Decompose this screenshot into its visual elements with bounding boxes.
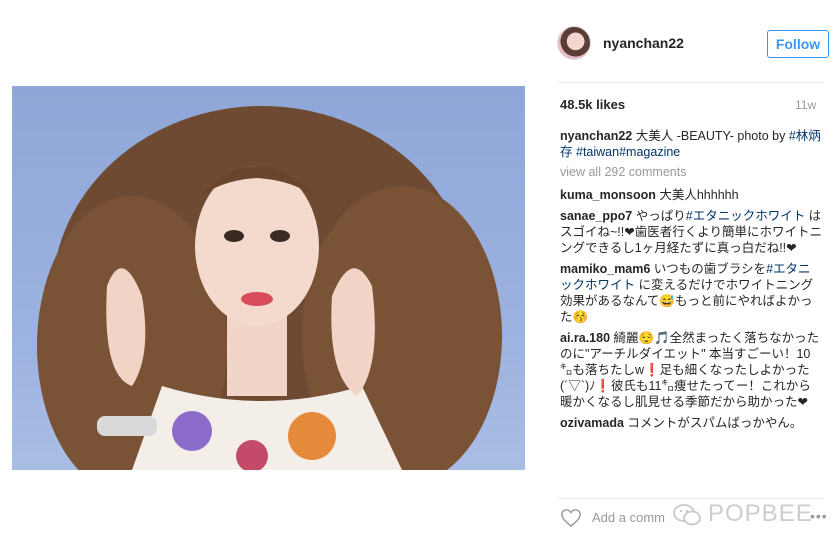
comment-username[interactable]: ai.ra.180: [560, 331, 610, 345]
post-details-panel: nyanchan22 Follow 48.5k likes 11w nyanch…: [545, 0, 840, 560]
comment-text: いつもの歯ブラシを: [650, 262, 767, 276]
post-header: nyanchan22 Follow: [557, 26, 829, 62]
comment: ai.ra.180 綺麗😌🎵全然まったく落ちなかったのに"アーチルダイエット" …: [560, 330, 822, 410]
post-username[interactable]: nyanchan22: [603, 35, 684, 51]
divider: [557, 498, 825, 499]
post-timestamp[interactable]: 11w: [795, 98, 816, 112]
comment-text: コメントがスパムばっかやん。: [623, 416, 803, 430]
hashtag-link[interactable]: #magazine: [619, 145, 680, 159]
comment-username[interactable]: sanae_ppo7: [560, 209, 632, 223]
add-comment-input[interactable]: Add a comm: [592, 510, 665, 525]
wechat-icon: [673, 504, 701, 526]
comment-username[interactable]: kuma_monsoon: [560, 188, 656, 202]
caption-text: 大美人 -BEAUTY- photo by: [632, 129, 789, 143]
hashtag-link[interactable]: #エタニックホワイト: [686, 209, 805, 223]
comment-text: 大美人hhhhhh: [655, 188, 739, 202]
comment-username[interactable]: ozivamada: [560, 416, 624, 430]
comment-username[interactable]: mamiko_mam6: [560, 262, 650, 276]
comment: ozivamada コメントがスパムばっかやん。: [560, 415, 822, 431]
comments-list: nyanchan22 大美人 -BEAUTY- photo by #林炳存 #t…: [560, 128, 822, 436]
post-photo[interactable]: [12, 86, 525, 470]
comment: mamiko_mam6 いつもの歯ブラシを#エタニックホワイト に変えるだけでホ…: [560, 261, 822, 325]
avatar[interactable]: [557, 26, 591, 60]
caption-username[interactable]: nyanchan22: [560, 129, 632, 143]
portrait-image: [37, 106, 502, 470]
likes-count[interactable]: 48.5k likes: [560, 97, 625, 112]
divider: [557, 82, 825, 83]
watermark-text: POPBEE: [708, 500, 813, 527]
view-all-comments-link[interactable]: view all 292 comments: [560, 164, 822, 180]
comment-text: やっぱり: [632, 209, 686, 223]
hashtag-link[interactable]: #taiwan: [576, 145, 619, 159]
heart-icon[interactable]: [560, 508, 582, 528]
caption: nyanchan22 大美人 -BEAUTY- photo by #林炳存 #t…: [560, 128, 822, 160]
comment: sanae_ppo7 やっぱり#エタニックホワイト はスゴイね~!!❤歯医者行く…: [560, 208, 822, 256]
follow-button[interactable]: Follow: [767, 30, 829, 58]
comment: kuma_monsoon 大美人hhhhhh: [560, 187, 822, 203]
